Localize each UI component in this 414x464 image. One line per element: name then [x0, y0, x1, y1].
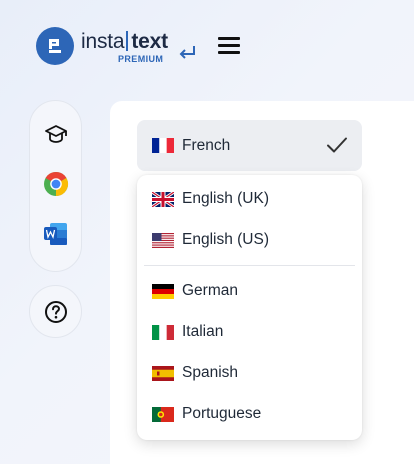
- option-portuguese[interactable]: Portuguese: [152, 402, 261, 426]
- chrome-icon[interactable]: [41, 169, 71, 199]
- option-german[interactable]: German: [152, 279, 238, 303]
- option-label: English (UK): [182, 190, 269, 207]
- sidebar-help: [29, 285, 82, 338]
- logo-wordmark: insta text PREMIUM: [81, 27, 195, 65]
- flag-es-icon: [152, 365, 174, 381]
- word-icon[interactable]: [41, 219, 71, 249]
- option-label: English (US): [182, 231, 269, 248]
- flag-us-icon: [152, 232, 174, 248]
- option-spanish[interactable]: Spanish: [152, 361, 238, 385]
- flag-fr-icon: [152, 138, 174, 153]
- logo-arrow-icon: [179, 46, 195, 59]
- option-label: German: [182, 282, 238, 299]
- flag-gb-icon: [152, 191, 174, 207]
- selected-language-label: French: [182, 136, 231, 154]
- sidebar-apps: [29, 100, 82, 272]
- option-label: Portuguese: [182, 405, 262, 422]
- option-label: Spanish: [182, 364, 239, 381]
- checkmark-icon: [327, 137, 347, 153]
- graduation-cap-icon[interactable]: [41, 119, 71, 149]
- logo-text-text: text: [131, 30, 168, 53]
- dropdown-divider: [144, 265, 355, 266]
- menu-icon[interactable]: [218, 37, 240, 55]
- flag-it-icon: [152, 324, 174, 340]
- logo-badge-icon: [36, 27, 74, 65]
- option-italian[interactable]: Italian: [152, 320, 223, 344]
- option-english-us[interactable]: English (US): [152, 228, 269, 252]
- instatext-logo[interactable]: insta text PREMIUM: [36, 27, 195, 65]
- premium-label: PREMIUM: [118, 54, 164, 64]
- flag-pt-icon: [152, 406, 174, 422]
- logo-text-insta: insta: [81, 30, 125, 53]
- flag-de-icon: [152, 283, 174, 299]
- language-dropdown: English (UK) English (US) German Italian…: [137, 175, 362, 440]
- help-circle-icon[interactable]: [41, 297, 71, 327]
- option-label: Italian: [182, 323, 224, 340]
- language-select[interactable]: French: [137, 120, 362, 171]
- option-english-uk[interactable]: English (UK): [152, 187, 269, 211]
